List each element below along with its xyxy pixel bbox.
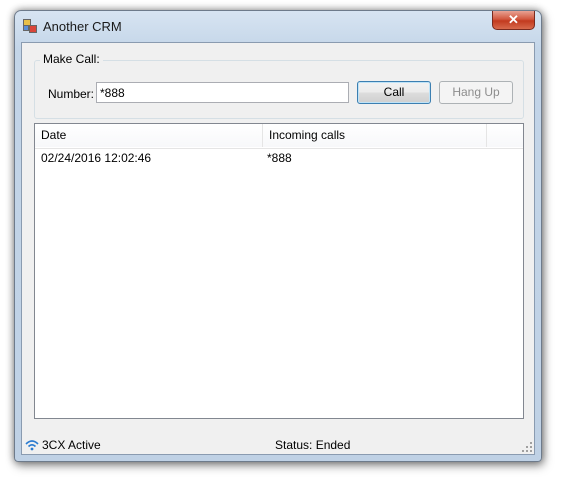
resize-grip[interactable]: [522, 442, 532, 452]
make-call-group-label: Make Call:: [40, 52, 103, 66]
make-call-group: Make Call: Number: Call Hang Up: [34, 52, 524, 119]
call-date: 02/24/2016 12:02:46: [41, 151, 152, 165]
client-area: Make Call: Number: Call Hang Up Date Inc…: [21, 42, 535, 455]
list-header: Date Incoming calls: [35, 124, 523, 149]
calls-list[interactable]: Date Incoming calls 02/24/2016 12:02:46 …: [34, 123, 524, 419]
window-title: Another CRM: [43, 19, 122, 34]
app-window: Another CRM ✕ Make Call: Number: Call Ha…: [14, 10, 542, 462]
list-item[interactable]: 02/24/2016 12:02:46 *888: [35, 149, 523, 167]
wifi-icon: [25, 440, 39, 451]
column-header-incoming-calls[interactable]: Incoming calls: [263, 124, 487, 147]
call-status: Status: Ended: [275, 438, 351, 452]
number-label: Number:: [48, 87, 95, 101]
number-input[interactable]: [96, 82, 349, 103]
connection-status: 3CX Active: [42, 438, 101, 452]
title-bar[interactable]: Another CRM ✕: [15, 11, 541, 41]
hang-up-button[interactable]: Hang Up: [439, 81, 513, 104]
column-header-date[interactable]: Date: [35, 124, 263, 147]
call-button[interactable]: Call: [357, 81, 431, 104]
column-header-filler: [487, 124, 523, 147]
status-bar: 3CX Active Status: Ended: [22, 436, 534, 454]
call-number: *888: [267, 151, 292, 165]
app-icon: [23, 19, 37, 33]
close-button[interactable]: ✕: [492, 11, 535, 30]
close-icon: ✕: [508, 12, 519, 27]
